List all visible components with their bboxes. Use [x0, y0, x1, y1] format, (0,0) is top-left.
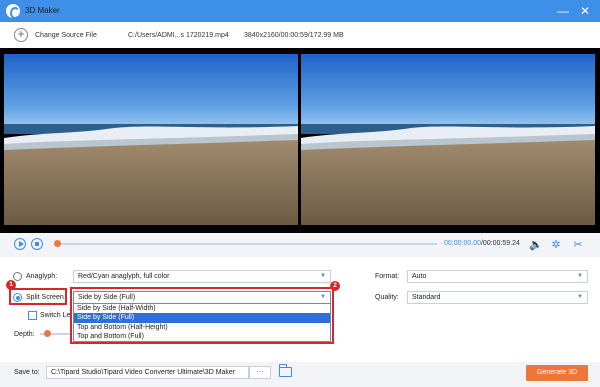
effects-icon[interactable]: ✲ [549, 238, 563, 252]
right-video-preview [301, 54, 595, 225]
timeline-handle[interactable] [54, 240, 61, 247]
minimize-icon[interactable]: — [554, 2, 572, 20]
timeline-slider[interactable] [57, 243, 437, 245]
anaglyph-select-value: Red/Cyan anaglyph, full color [78, 273, 170, 280]
format-label: Format: [375, 273, 400, 280]
time-readout: 00:00:00.00/00:00:59.24 [444, 240, 520, 247]
close-icon[interactable]: ✕ [576, 2, 594, 20]
annotation-highlight-dropdown [70, 287, 334, 344]
beach-video-frame-left [4, 54, 298, 225]
chevron-down-icon: ▼ [320, 273, 326, 279]
change-source-file-button[interactable]: Change Source File [35, 32, 97, 39]
save-path-field[interactable]: C:\Tipard Studio\Tipard Video Converter … [46, 366, 249, 379]
play-icon[interactable] [14, 238, 26, 250]
anaglyph-select[interactable]: Red/Cyan anaglyph, full color ▼ [73, 270, 331, 283]
chevron-down-icon: ▼ [577, 273, 583, 279]
quality-select[interactable]: Standard ▼ [407, 291, 588, 304]
source-file-path: C:/Users/ADMI...s 1720219.mp4 [128, 32, 229, 39]
source-file-info: 3840x2160/00:00:59/172.99 MB [244, 32, 344, 39]
anaglyph-radio[interactable] [13, 272, 22, 281]
depth-label: Depth: [14, 331, 35, 338]
volume-icon[interactable]: 🔈 [529, 238, 543, 252]
switch-label: Switch Le [40, 312, 71, 319]
anaglyph-label: Anaglyph: [26, 273, 58, 280]
annotation-badge-2: 2 [330, 281, 340, 291]
switch-checkbox[interactable] [28, 311, 37, 320]
preview-area [0, 48, 600, 233]
stop-icon[interactable] [31, 238, 43, 250]
title-bar [0, 0, 600, 22]
add-icon[interactable]: + [14, 28, 28, 42]
annotation-highlight-split-screen [9, 288, 67, 305]
window-title: 3D Maker [25, 6, 60, 15]
cut-icon[interactable]: ✂ [571, 238, 585, 252]
chevron-down-icon: ▼ [577, 294, 583, 300]
generate-3d-button[interactable]: Generate 3D [526, 365, 588, 381]
folder-icon[interactable] [278, 364, 292, 377]
current-time: 00:00:00.00 [444, 240, 481, 247]
depth-handle[interactable] [44, 330, 51, 337]
quality-label: Quality: [375, 294, 399, 301]
left-video-preview [4, 54, 298, 225]
save-to-label: Save to: [14, 369, 40, 376]
quality-select-value: Standard [412, 294, 441, 301]
format-select[interactable]: Auto ▼ [407, 270, 588, 283]
beach-video-frame-right [301, 54, 595, 225]
format-select-value: Auto [412, 273, 427, 280]
browse-button[interactable]: ··· [249, 366, 271, 379]
total-time: /00:00:59.24 [480, 240, 520, 247]
annotation-badge-1: 1 [6, 280, 16, 290]
app-logo-icon [6, 4, 20, 19]
